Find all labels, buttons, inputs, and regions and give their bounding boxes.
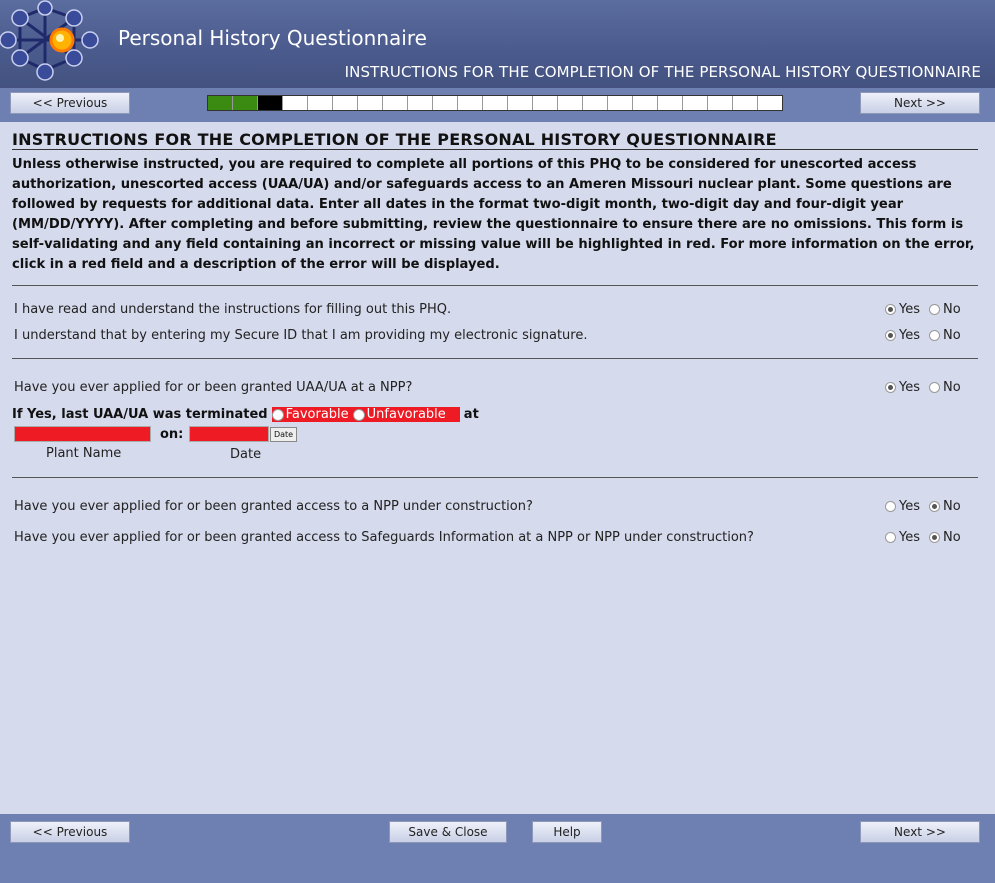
no-radio[interactable]	[929, 532, 940, 543]
progress-segment	[483, 96, 508, 110]
progress-segment	[358, 96, 383, 110]
no-radio[interactable]	[929, 382, 940, 393]
progress-segment	[633, 96, 658, 110]
yes-radio[interactable]	[885, 382, 896, 393]
no-label: No	[943, 328, 961, 343]
progress-segment	[208, 96, 233, 110]
section-divider	[12, 477, 978, 478]
section-divider	[12, 285, 978, 286]
yes-radio[interactable]	[885, 304, 896, 315]
progress-segment	[683, 96, 708, 110]
plant-name-caption: Plant Name	[46, 446, 122, 461]
no-option[interactable]: No	[929, 302, 961, 317]
yes-label: Yes	[899, 530, 920, 545]
progress-segment	[583, 96, 608, 110]
top-nav-bar: << Previous Next >>	[0, 88, 995, 122]
yes-label: Yes	[899, 380, 920, 395]
progress-segment	[658, 96, 683, 110]
progress-segment	[608, 96, 633, 110]
date-caption: Date	[230, 447, 262, 462]
app-header: Personal History Questionnaire INSTRUCTI…	[0, 0, 995, 88]
progress-segment	[558, 96, 583, 110]
termination-result-group: Favorable Unfavorable	[271, 407, 460, 422]
progress-segment	[508, 96, 533, 110]
progress-segment	[333, 96, 358, 110]
no-radio[interactable]	[929, 304, 940, 315]
no-label: No	[943, 530, 961, 545]
question-applied-uaa: Have you ever applied for or been grante…	[14, 380, 413, 395]
yes-option[interactable]: Yes	[885, 302, 920, 317]
no-radio[interactable]	[929, 330, 940, 341]
yes-radio[interactable]	[885, 330, 896, 341]
no-option[interactable]: No	[929, 380, 961, 395]
yes-option[interactable]: Yes	[885, 499, 920, 514]
yes-label: Yes	[899, 499, 920, 514]
termination-label: If Yes, last UAA/UA was terminated	[12, 407, 268, 422]
progress-segment	[458, 96, 483, 110]
no-label: No	[943, 302, 961, 317]
next-button[interactable]: Next >>	[860, 92, 980, 114]
unfavorable-radio[interactable]	[352, 408, 365, 421]
yes-option[interactable]: Yes	[885, 380, 920, 395]
app-title: Personal History Questionnaire	[118, 26, 427, 50]
bottom-nav-bar: << Previous Next >> Save & Close Help	[0, 814, 995, 883]
question-secure-id: I understand that by entering my Secure …	[14, 328, 588, 343]
termination-line: If Yes, last UAA/UA was terminated Favor…	[12, 407, 479, 422]
date-picker-button[interactable]: Date	[270, 427, 297, 442]
question-safeguards: Have you ever applied for or been grante…	[14, 530, 754, 545]
yes-label: Yes	[899, 302, 920, 317]
main-content: INSTRUCTIONS FOR THE COMPLETION OF THE P…	[0, 122, 995, 814]
no-radio[interactable]	[929, 501, 940, 512]
no-label: No	[943, 499, 961, 514]
on-label: on:	[160, 427, 184, 442]
no-option[interactable]: No	[929, 499, 961, 514]
progress-segment	[408, 96, 433, 110]
favorable-label: Favorable	[285, 407, 349, 422]
progress-segment	[258, 96, 283, 110]
page-title: INSTRUCTIONS FOR THE COMPLETION OF THE P…	[12, 130, 777, 149]
yesno-read-instructions: Yes No	[885, 302, 970, 317]
yesno-secure-id: Yes No	[885, 328, 970, 343]
yes-label: Yes	[899, 328, 920, 343]
yes-radio[interactable]	[885, 532, 896, 543]
question-read-instructions: I have read and understand the instructi…	[14, 302, 452, 317]
help-button[interactable]: Help	[532, 821, 602, 843]
progress-segment	[308, 96, 333, 110]
save-close-button[interactable]: Save & Close	[389, 821, 507, 843]
progress-segment	[758, 96, 782, 110]
no-option[interactable]: No	[929, 530, 961, 545]
yes-radio[interactable]	[885, 501, 896, 512]
atom-logo-icon	[0, 0, 99, 81]
header-subtitle: INSTRUCTIONS FOR THE COMPLETION OF THE P…	[344, 63, 981, 81]
yes-option[interactable]: Yes	[885, 328, 920, 343]
next-button[interactable]: Next >>	[860, 821, 980, 843]
yes-option[interactable]: Yes	[885, 530, 920, 545]
previous-button[interactable]: << Previous	[10, 821, 130, 843]
termination-date-input[interactable]	[189, 426, 269, 442]
yesno-npp-construction: Yes No	[885, 499, 970, 514]
title-divider	[12, 149, 978, 150]
progress-segment	[433, 96, 458, 110]
instructions-text: Unless otherwise instructed, you are req…	[12, 157, 975, 272]
progress-segment	[383, 96, 408, 110]
progress-bar	[207, 95, 783, 111]
no-label: No	[943, 380, 961, 395]
no-option[interactable]: No	[929, 328, 961, 343]
progress-segment	[733, 96, 758, 110]
progress-segment	[533, 96, 558, 110]
previous-button[interactable]: << Previous	[10, 92, 130, 114]
progress-segment	[233, 96, 258, 110]
unfavorable-label: Unfavorable	[366, 407, 446, 422]
favorable-option[interactable]: Favorable	[271, 407, 349, 422]
yesno-safeguards: Yes No	[885, 530, 970, 545]
progress-segment	[708, 96, 733, 110]
unfavorable-option[interactable]: Unfavorable	[352, 407, 446, 422]
favorable-radio[interactable]	[271, 408, 284, 421]
section-divider	[12, 358, 978, 359]
plant-name-input[interactable]	[14, 426, 151, 442]
question-npp-construction: Have you ever applied for or been grante…	[14, 499, 533, 514]
progress-segment	[283, 96, 308, 110]
yesno-applied-uaa: Yes No	[885, 380, 970, 395]
at-label: at	[463, 407, 479, 422]
